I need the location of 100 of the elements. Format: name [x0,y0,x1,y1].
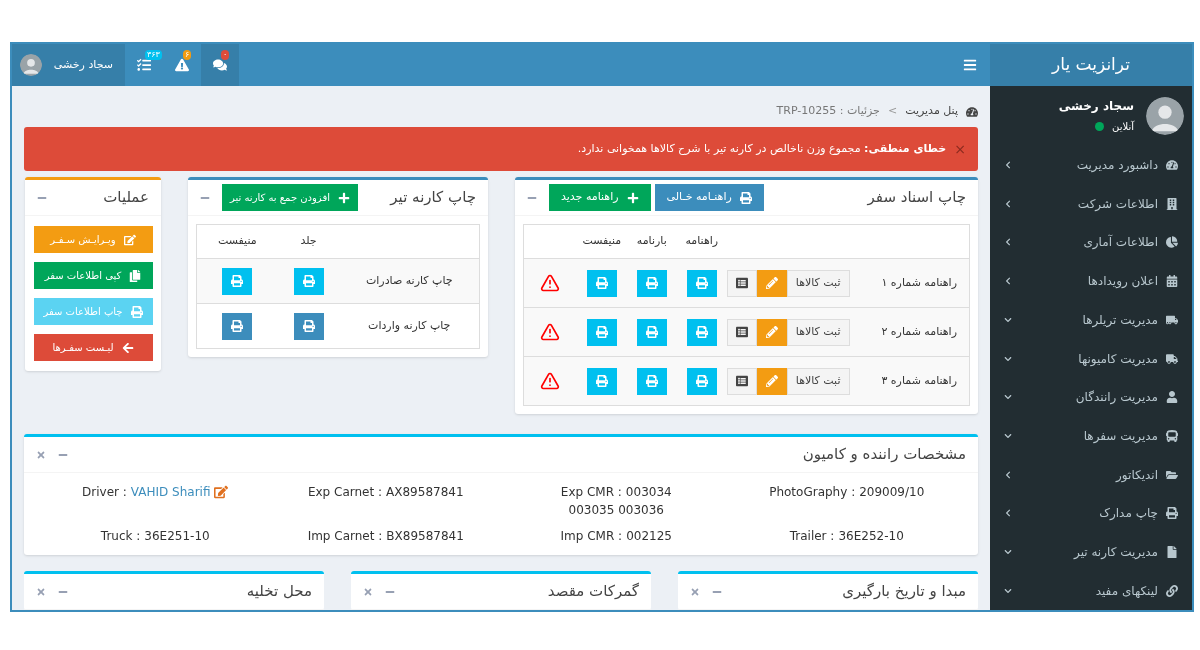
close-icon[interactable] [363,586,373,597]
print-button[interactable] [293,267,324,295]
menu-item[interactable]: مدیریت رانندگان [990,377,1192,417]
list-icon [735,277,748,289]
building-icon [1166,197,1178,210]
chevron-left-icon [1004,238,1012,247]
close-icon[interactable] [36,449,46,460]
breadcrumb-link[interactable]: پنل مدیریت [905,103,958,120]
list-icon [735,326,748,338]
chevron-down-icon [1004,547,1012,556]
dashboard-icon [1166,159,1178,172]
column-header: منیفست [217,234,257,248]
menu-item[interactable]: اطلاعات آماری [990,223,1192,262]
menu-item[interactable]: مدیریت کامیونها [990,339,1192,378]
menu-item[interactable]: مدیریت سفرها [990,416,1192,456]
menu-item[interactable]: چاپ مدارک [990,493,1192,533]
file-icon [1166,545,1178,558]
info-field: Driver : VAHID Sharifi [82,483,229,501]
count-badge: ۶ [183,50,192,60]
pencil-icon [765,326,778,338]
menu-item[interactable]: اطلاعات شرکت [990,184,1192,224]
close-icon[interactable] [690,586,700,597]
user-name: سجاد رخشی [1058,98,1134,116]
info-field: Imp Carnet : BX89587841 [307,527,464,545]
print-button[interactable] [586,269,617,297]
printer-icon [595,277,608,289]
box-title: عملیات [103,187,149,209]
table-cell: چاپ کارنه واردات [368,318,451,332]
info-field: Exp CMR : 003034 [560,483,672,501]
box-title: مشخصات راننده و کامیون [802,444,966,466]
messages-button[interactable]: ۰ [201,44,239,86]
driver-link[interactable]: VAHID Sharifi [130,483,211,501]
printer-icon [739,191,752,204]
list-button[interactable] [726,367,757,395]
arrow-left-icon [121,341,134,354]
column-header: منیفست [582,234,622,248]
chevron-left-icon [1004,509,1012,518]
table-cell: چاپ کارنه صادرات [365,273,453,287]
count-badge: ۰ [221,50,230,60]
print-button[interactable] [222,312,253,340]
status-text: آنلاین [1112,119,1134,135]
print-button[interactable] [636,318,667,346]
link-icon [1166,584,1178,597]
print-button[interactable] [293,312,324,340]
print-button[interactable] [636,367,667,395]
alert-message: خطای منطقی: مجموع وزن ناخالص در کارنه تیر با شرح کالاها همخوانی ندارد. [577,140,947,157]
back-button[interactable]: لیـست سفـرها [33,334,153,361]
print-button[interactable] [636,269,667,297]
list-icon [735,375,748,387]
column-header: بارنامه [636,234,667,248]
brand-logo[interactable]: ترانزیت یار [1052,52,1130,78]
copy-icon [129,269,142,282]
printer-icon [302,275,315,287]
menu-item[interactable]: داشبورد مدیریت [990,145,1192,185]
menu-item[interactable]: اندیکاتور [990,455,1192,494]
list-button[interactable] [726,318,757,346]
menu-item[interactable]: لینکهای مفید [990,571,1192,610]
chevron-down-icon [1004,393,1012,402]
print-button[interactable] [222,267,253,295]
info-field: PhotoGraphy : 209009/10 [769,483,925,501]
tasks-icon [137,58,151,72]
list-button[interactable] [726,269,757,297]
printer-icon [1166,507,1178,520]
table-cell: راهنامه شماره ۱ [881,275,957,289]
truck-icon [1166,352,1178,365]
box-title: مبدا و تاریخ بارگیری [842,581,966,603]
plus-icon [626,191,639,204]
chevron-left-icon [1004,277,1012,286]
register-goods-button[interactable]: ثبت کالاها [786,367,850,395]
column-header: جلد [300,234,317,248]
pencil-icon [765,375,778,387]
register-goods-button[interactable]: ثبت کالاها [786,318,850,346]
edit-icon [123,233,136,246]
chevron-down-icon [1004,586,1012,595]
menu-item[interactable]: مدیریت تریلرها [990,300,1192,340]
user-menu[interactable]: سجاد رخشی [12,44,125,86]
chevron-down-icon [1004,431,1012,440]
column-header: راهنامه [685,234,719,248]
printer-icon [595,326,608,338]
count-badge: ۳۶۳ [145,50,162,60]
register-goods-button[interactable]: ثبت کالاها [786,269,850,297]
print-button[interactable] [686,318,717,346]
menu-item[interactable]: اعلان رویدادها [990,261,1192,301]
printer-icon [130,305,143,318]
box-title: چاپ اسناد سفر [867,187,966,209]
printer-icon [595,375,608,387]
breadcrumb-separator: > [887,103,898,120]
print-button[interactable] [686,367,717,395]
printer-icon [695,326,708,338]
bus-icon [1166,429,1178,442]
print-button[interactable]: راهنـامه خـالی [654,184,764,211]
user-avatar [19,54,42,76]
printer-icon [645,326,658,338]
menu-item[interactable]: مدیریت کارنه تیر [990,532,1192,572]
table-cell: راهنامه شماره ۳ [881,373,957,387]
print-button[interactable] [586,318,617,346]
printer-icon [645,277,658,289]
close-icon[interactable] [36,586,46,597]
print-button[interactable] [686,269,717,297]
print-button[interactable] [586,367,617,395]
